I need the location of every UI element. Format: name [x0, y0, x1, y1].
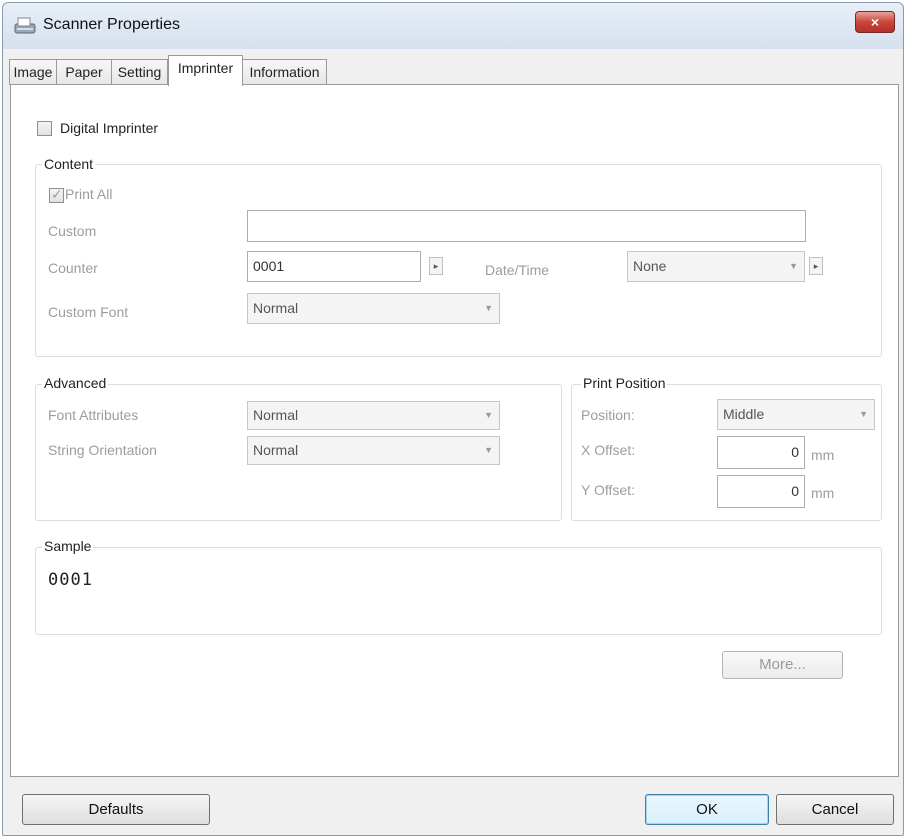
- position-combo[interactable]: Middle ▼: [717, 399, 875, 430]
- scanner-icon: [14, 17, 36, 34]
- custom-font-combo[interactable]: Normal ▼: [247, 293, 500, 324]
- digital-imprinter-label: Digital Imprinter: [60, 120, 159, 136]
- string-orientation-label: String Orientation: [48, 442, 157, 458]
- x-offset-label: X Offset:: [581, 442, 636, 458]
- y-offset-label: Y Offset:: [581, 482, 635, 498]
- counter-spin-button[interactable]: ▸: [429, 257, 443, 275]
- date-time-label: Date/Time: [485, 262, 550, 278]
- ok-button[interactable]: OK: [645, 794, 769, 825]
- scanner-properties-window: Scanner Properties × Image Paper Setting…: [2, 2, 904, 836]
- string-orientation-combo[interactable]: Normal ▼: [247, 436, 500, 465]
- tab-setting[interactable]: Setting: [111, 59, 168, 85]
- chevron-down-icon: ▼: [484, 303, 493, 313]
- more-button[interactable]: More...: [722, 651, 843, 679]
- tab-paper[interactable]: Paper: [56, 59, 112, 85]
- close-icon: ×: [870, 14, 880, 30]
- tab-image[interactable]: Image: [9, 59, 57, 85]
- cancel-button[interactable]: Cancel: [776, 794, 894, 825]
- x-offset-input[interactable]: 0: [717, 436, 805, 469]
- chevron-down-icon: ▼: [789, 261, 798, 271]
- font-attributes-label: Font Attributes: [48, 407, 139, 423]
- font-attributes-combo[interactable]: Normal ▼: [247, 401, 500, 430]
- window-title: Scanner Properties: [43, 16, 180, 33]
- content-group-label: Content: [42, 156, 96, 172]
- defaults-button[interactable]: Defaults: [22, 794, 210, 825]
- custom-font-label: Custom Font: [48, 304, 129, 320]
- custom-label: Custom: [48, 223, 97, 239]
- tab-imprinter[interactable]: Imprinter: [168, 55, 243, 86]
- position-value: Middle: [723, 406, 765, 422]
- y-offset-input[interactable]: 0: [717, 475, 805, 508]
- y-offset-unit: mm: [811, 485, 835, 501]
- title-bar: Scanner Properties ×: [3, 3, 903, 49]
- string-orientation-value: Normal: [253, 442, 299, 458]
- sample-preview-text: 0001: [48, 570, 93, 590]
- chevron-down-icon: ▼: [859, 409, 868, 419]
- position-label: Position:: [581, 407, 635, 423]
- imprinter-panel: Digital Imprinter Content Print All Cust…: [10, 84, 899, 777]
- counter-label: Counter: [48, 260, 98, 276]
- sample-group-label: Sample: [42, 538, 94, 554]
- print-all-label: Print All: [65, 186, 113, 202]
- font-attributes-value: Normal: [253, 407, 299, 423]
- chevron-down-icon: ▼: [484, 445, 493, 455]
- chevron-down-icon: ▼: [484, 410, 493, 420]
- custom-input[interactable]: [247, 210, 806, 242]
- date-time-value: None: [633, 258, 667, 274]
- tab-information[interactable]: Information: [242, 59, 327, 85]
- print-position-group-label: Print Position: [581, 375, 668, 391]
- x-offset-unit: mm: [811, 447, 835, 463]
- sample-group: [35, 547, 882, 635]
- date-time-combo[interactable]: None ▼: [627, 251, 805, 282]
- advanced-group-label: Advanced: [42, 375, 109, 391]
- custom-font-value: Normal: [253, 300, 299, 316]
- digital-imprinter-checkbox[interactable]: [37, 121, 52, 136]
- print-all-checkbox[interactable]: [49, 186, 64, 203]
- close-button[interactable]: ×: [855, 11, 895, 33]
- counter-input[interactable]: 0001: [247, 251, 421, 282]
- date-time-spin-button[interactable]: ▸: [809, 257, 823, 275]
